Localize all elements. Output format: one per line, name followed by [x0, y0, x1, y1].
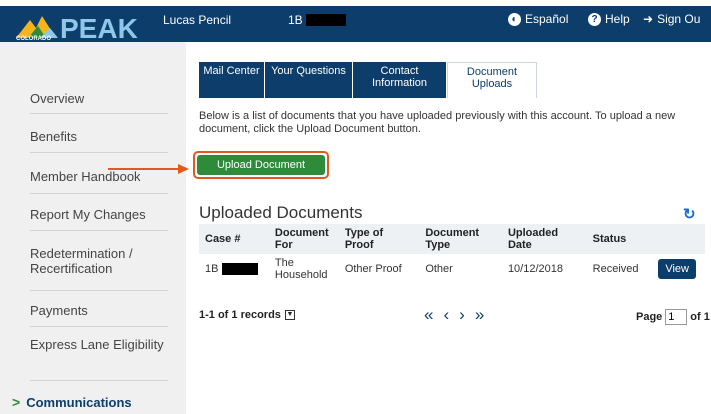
redacted-block — [221, 263, 258, 276]
last-page-icon[interactable]: » — [475, 305, 484, 325]
signout-label: Sign Ou — [657, 12, 701, 26]
sidebar-item-benefits[interactable]: Benefits — [30, 129, 168, 144]
peak-logo[interactable]: COLORADO PEAK — [14, 8, 154, 42]
column-header-type-of-proof: Type of Proof — [338, 224, 420, 254]
tab-contact-information[interactable]: Contact Information — [353, 62, 447, 98]
first-page-icon[interactable]: « — [424, 305, 433, 325]
page-info: Page of 1 — [636, 309, 710, 325]
globe-icon: ◐ — [508, 12, 521, 26]
tab-document-uploads[interactable]: Document Uploads — [447, 62, 537, 98]
sidebar-item-payments[interactable]: Payments — [30, 303, 168, 318]
divider — [30, 152, 168, 153]
prev-page-icon[interactable]: ‹ — [443, 305, 449, 325]
refresh-icon[interactable]: ↻ — [683, 205, 696, 223]
column-header-document-for: Document For — [268, 224, 339, 254]
sidebar-item-overview[interactable]: Overview — [30, 91, 168, 106]
divider — [30, 113, 168, 114]
cell-case: 1B — [199, 254, 269, 284]
page-label: Page — [636, 311, 663, 323]
uploaded-documents-table: Case # Document For Type of Proof Docume… — [199, 224, 705, 284]
divider — [30, 193, 168, 194]
header-case-number: 1B — [288, 13, 346, 27]
redacted-block — [305, 14, 346, 26]
divider — [30, 290, 168, 291]
cell-uploaded-date: 10/12/2018 — [507, 263, 563, 275]
divider — [30, 230, 168, 231]
header-top-strip — [0, 0, 711, 6]
column-header-document-type: Document Type — [419, 224, 502, 254]
records-label: 1-1 of 1 records — [199, 309, 281, 321]
section-title: Uploaded Documents — [199, 203, 363, 222]
question-circle-icon: ? — [588, 12, 601, 26]
column-header-status: Status — [586, 224, 653, 254]
cell-status: Received — [592, 263, 639, 275]
sidebar: Overview Benefits Member Handbook Report… — [0, 42, 186, 414]
case-prefix: 1B — [205, 262, 219, 275]
espanol-link[interactable]: ◐ Español — [508, 12, 568, 26]
dropdown-icon[interactable]: ▼ — [284, 310, 295, 320]
upload-document-button[interactable]: Upload Document — [197, 155, 325, 175]
sidebar-item-redetermination[interactable]: Redetermination / Recertification — [30, 246, 168, 276]
tab-your-questions[interactable]: Your Questions — [265, 62, 353, 98]
divider — [30, 326, 168, 327]
page-number-input[interactable] — [665, 309, 688, 325]
tab-mail-center[interactable]: Mail Center — [199, 62, 265, 98]
column-header-uploaded-date: Uploaded Date — [501, 224, 587, 254]
sidebar-item-label: Communications — [26, 394, 132, 410]
sidebar-item-express-lane[interactable]: Express Lane Eligibility — [30, 337, 168, 352]
chevron-right-icon: > — [12, 394, 21, 410]
divider — [30, 380, 168, 381]
help-link[interactable]: ? Help — [588, 12, 630, 26]
column-header-action — [652, 224, 705, 254]
sidebar-item-communications[interactable]: > Communications — [12, 394, 150, 410]
view-button[interactable]: View — [658, 259, 696, 279]
intro-text: Below is a list of documents that you ha… — [199, 110, 676, 135]
cell-action: View — [652, 254, 705, 284]
espanol-label: Español — [525, 12, 569, 26]
records-count: 1-1 of 1 records ▼ — [199, 309, 295, 321]
page-total: of 1 — [690, 311, 710, 323]
user-name: Lucas Pencil — [163, 13, 232, 27]
table-row: 1B The Household Other Proof Other 10/12… — [199, 254, 705, 284]
sign-out-icon: ➜ — [643, 12, 654, 26]
table-header-row: Case # Document For Type of Proof Docume… — [199, 224, 705, 254]
cell-type-of-proof: Other Proof — [344, 263, 402, 275]
communications-tabs: Mail Center Your Questions Contact Infor… — [199, 62, 537, 98]
cell-document-for: The Household — [274, 257, 328, 281]
cell-document-type: Other — [425, 263, 453, 275]
help-label: Help — [605, 12, 630, 26]
column-header-case: Case # — [199, 224, 269, 254]
pagination: « ‹ › » — [424, 305, 484, 325]
header-case-prefix: 1B — [288, 13, 303, 27]
logo-name-text: PEAK — [60, 13, 138, 42]
next-page-icon[interactable]: › — [459, 305, 465, 325]
peak-page: COLORADO PEAK Lucas Pencil 1B ◐ Español … — [0, 0, 711, 414]
upload-button-highlight: Upload Document — [193, 151, 329, 179]
signout-link[interactable]: ➜ Sign Ou — [643, 12, 700, 26]
sidebar-item-report-my-changes[interactable]: Report My Changes — [30, 207, 168, 222]
annotation-arrow — [108, 164, 189, 174]
